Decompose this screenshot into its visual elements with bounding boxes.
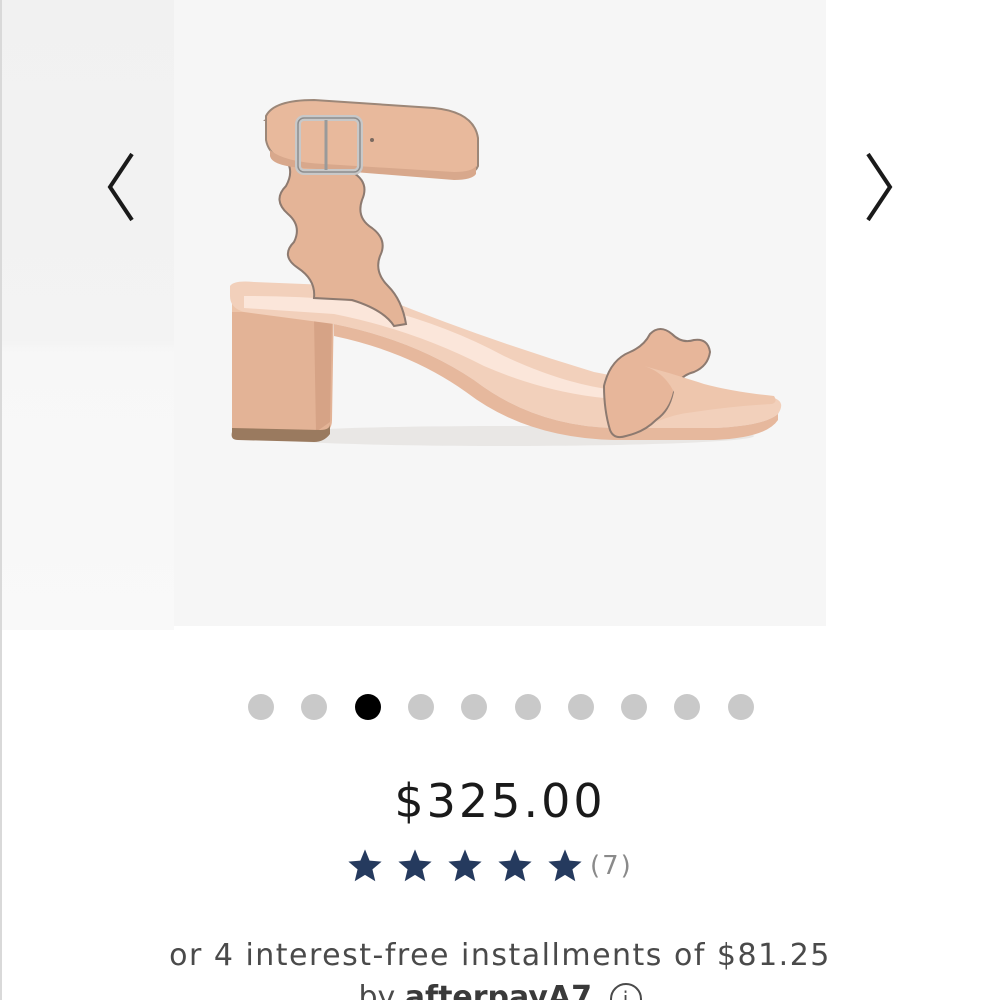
by-label: by	[358, 980, 396, 1000]
star-icon	[448, 849, 482, 882]
carousel-dot[interactable]	[461, 694, 487, 720]
afterpay-line: by afterpayA7 i	[0, 980, 1000, 1000]
review-count-link[interactable]: (7)	[590, 851, 633, 881]
carousel-pagination	[248, 694, 768, 720]
next-image-button[interactable]	[860, 150, 900, 224]
chevron-right-icon	[866, 152, 893, 222]
carousel-dot[interactable]	[355, 694, 381, 720]
product-image-gallery[interactable]	[0, 0, 1000, 630]
sandal-illustration	[230, 98, 782, 446]
carousel-dot[interactable]	[674, 694, 700, 720]
star-icon	[348, 849, 382, 882]
afterpay-logo: afterpayA7	[404, 980, 593, 1000]
star-icon	[398, 849, 432, 882]
info-icon[interactable]: i	[609, 982, 642, 1000]
carousel-dot[interactable]	[621, 694, 647, 720]
star-icon	[548, 849, 582, 882]
previous-image-button[interactable]	[100, 150, 140, 224]
carousel-dot[interactable]	[728, 694, 754, 720]
star-icon	[498, 849, 532, 882]
installments-text: or 4 interest-free installments of $81.2…	[169, 938, 831, 973]
photo-backdrop	[2, 0, 174, 630]
product-page: $325.00 (7) or 4 interest-free installme…	[0, 0, 1000, 1000]
carousel-dot[interactable]	[568, 694, 594, 720]
product-image[interactable]	[174, 0, 826, 626]
carousel-dot[interactable]	[301, 694, 327, 720]
chevron-left-icon	[107, 152, 134, 222]
carousel-dot[interactable]	[408, 694, 434, 720]
product-price: $325.00	[394, 774, 606, 828]
carousel-dot[interactable]	[515, 694, 541, 720]
carousel-dot[interactable]	[248, 694, 274, 720]
star-rating[interactable]: (7)	[346, 846, 633, 886]
